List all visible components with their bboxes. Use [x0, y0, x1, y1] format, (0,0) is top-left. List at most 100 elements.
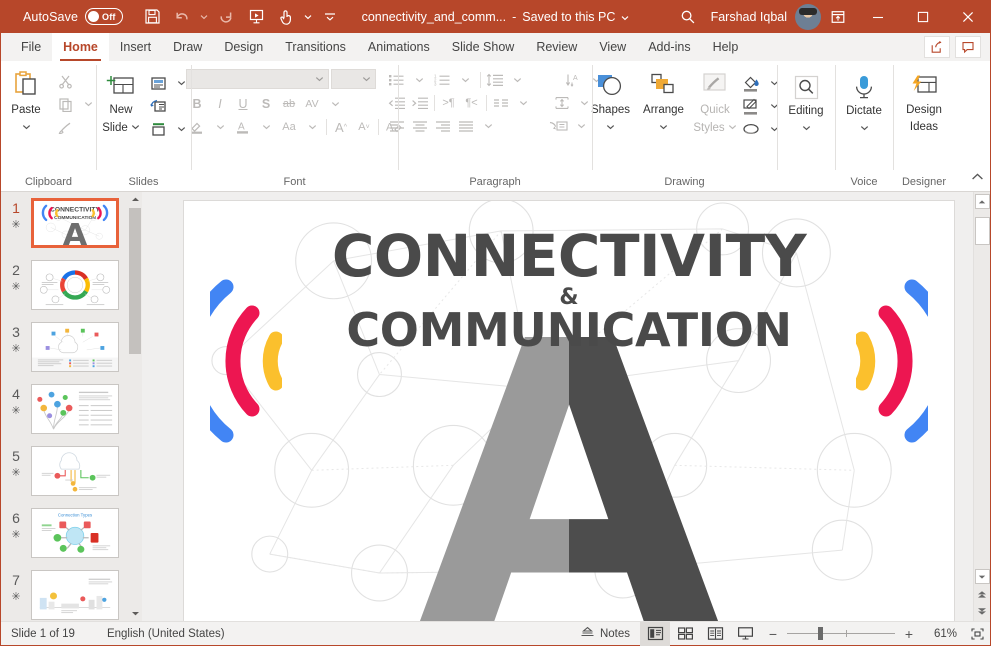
thumbnail-slide-4[interactable]: 4 ✳ [1, 384, 142, 446]
numbering-icon[interactable]: 123 [432, 69, 454, 91]
share-icon[interactable] [924, 36, 950, 58]
bullets-chevron-down-icon[interactable] [409, 69, 431, 91]
tab-transitions[interactable]: Transitions [274, 33, 357, 61]
tab-review[interactable]: Review [525, 33, 588, 61]
tab-insert[interactable]: Insert [109, 33, 162, 61]
slide-scroll-up-icon[interactable] [974, 194, 990, 209]
customize-quick-access-icon[interactable] [315, 3, 345, 31]
justify-icon[interactable] [455, 115, 477, 137]
close-icon[interactable] [945, 0, 990, 33]
dictate-chevron-down-icon[interactable] [860, 118, 869, 136]
justify-chevron-down-icon[interactable] [478, 115, 500, 137]
numbering-chevron-down-icon[interactable] [455, 69, 477, 91]
zoom-slider-handle[interactable] [818, 627, 823, 640]
save-location-chevron-down-icon[interactable] [621, 10, 629, 24]
shape-effects-icon[interactable] [740, 118, 762, 140]
thumbnail-scrollbar[interactable] [128, 192, 142, 621]
next-slide-icon[interactable] [975, 604, 990, 618]
zoom-slider[interactable] [787, 622, 895, 646]
align-center-icon[interactable] [409, 115, 431, 137]
font-color-chevron-down-icon[interactable] [255, 116, 277, 138]
shapes-chevron-down-icon[interactable] [606, 117, 615, 135]
slide-editing-area[interactable]: A A CONNECTIVITY & COMMUNICATION [142, 192, 990, 621]
line-spacing-chevron-down-icon[interactable] [507, 69, 529, 91]
tab-animations[interactable]: Animations [357, 33, 441, 61]
fit-slide-to-window-icon[interactable] [964, 627, 990, 641]
tab-view[interactable]: View [588, 33, 637, 61]
tab-help[interactable]: Help [702, 33, 750, 61]
previous-slide-icon[interactable] [975, 587, 990, 601]
tab-file[interactable]: File [10, 33, 52, 61]
thumbnail-slide-2[interactable]: 2 ✳ [1, 260, 142, 322]
font-size-select[interactable] [331, 69, 376, 89]
underline-button[interactable]: U [232, 93, 254, 115]
slide-scroll-down-icon[interactable] [974, 569, 990, 584]
arrange-button[interactable]: Arrange [637, 68, 690, 135]
quick-styles-chevron-down-icon[interactable] [728, 117, 737, 135]
undo-icon[interactable] [167, 3, 197, 31]
paste-chevron-down-icon[interactable] [22, 117, 31, 135]
columns-chevron-down-icon[interactable] [513, 92, 535, 114]
search-icon[interactable] [671, 2, 705, 32]
copy-icon[interactable] [54, 93, 76, 115]
character-spacing-button[interactable]: AV [301, 93, 323, 115]
tab-draw[interactable]: Draw [162, 33, 213, 61]
slide-sorter-button[interactable] [670, 622, 700, 646]
minimize-icon[interactable] [855, 0, 900, 33]
save-icon[interactable] [137, 3, 167, 31]
cut-icon[interactable] [54, 70, 76, 92]
touch-mode-chevron-down-icon[interactable] [301, 3, 315, 31]
ribbon-display-options-icon[interactable] [821, 2, 855, 32]
user-name[interactable]: Farshad Iqbal [711, 10, 787, 24]
shape-fill-icon[interactable] [740, 72, 762, 94]
section-icon[interactable] [147, 118, 169, 140]
touch-mode-icon[interactable] [271, 3, 301, 31]
columns-icon[interactable] [490, 92, 512, 114]
language-indicator[interactable]: English (United States) [107, 628, 225, 640]
thumbnail-scroll-up-icon[interactable] [128, 192, 142, 207]
thumbnail-scroll-down-icon[interactable] [128, 606, 142, 621]
bullets-icon[interactable] [386, 69, 408, 91]
notes-button[interactable]: Notes [570, 622, 640, 646]
increase-indent-icon[interactable] [409, 92, 431, 114]
tab-add-ins[interactable]: Add-ins [637, 33, 701, 61]
layout-icon[interactable] [147, 72, 169, 94]
text-highlight-icon[interactable] [186, 116, 208, 138]
zoom-value[interactable]: 61% [923, 628, 957, 640]
change-case-button[interactable]: Aa [278, 116, 300, 138]
line-spacing-icon[interactable] [484, 69, 506, 91]
italic-button[interactable]: I [209, 93, 231, 115]
quick-styles-button[interactable]: Quick Styles [690, 68, 740, 135]
reset-icon[interactable] [147, 95, 169, 117]
thumbnail-scroll-thumb[interactable] [129, 208, 141, 354]
maximize-icon[interactable] [900, 0, 945, 33]
normal-view-button[interactable] [640, 621, 670, 646]
dictate-button[interactable]: Dictate [836, 70, 892, 136]
zoom-out-button[interactable]: − [766, 626, 780, 642]
zoom-in-button[interactable]: + [902, 626, 916, 642]
align-left-icon[interactable] [386, 115, 408, 137]
decrease-font-size-button[interactable]: A ˅ [353, 116, 375, 138]
thumbnail-slide-7[interactable]: 7 ✳ [1, 570, 142, 621]
align-text-icon[interactable] [551, 92, 573, 114]
right-to-left-icon[interactable]: ¶< [461, 92, 483, 114]
increase-font-size-button[interactable]: A ^ [330, 116, 352, 138]
comments-icon[interactable] [955, 36, 981, 58]
thumbnail-slide-6[interactable]: 6 ✳ Connection Types [1, 508, 142, 570]
arrange-chevron-down-icon[interactable] [659, 117, 668, 135]
collapse-ribbon-icon[interactable] [971, 169, 984, 187]
thumbnail-slide-1[interactable]: 1 ✳ CONNECTIVITY COMMUNICATION A [1, 198, 142, 260]
slide-counter[interactable]: Slide 1 of 19 [11, 628, 75, 640]
slide-vertical-scrollbar[interactable] [973, 192, 990, 621]
undo-chevron-down-icon[interactable] [197, 3, 211, 31]
convert-to-smartart-icon[interactable] [548, 115, 570, 137]
align-right-icon[interactable] [432, 115, 454, 137]
thumbnail-slide-3[interactable]: 3 ✳ [1, 322, 142, 384]
current-slide[interactable]: A A CONNECTIVITY & COMMUNICATION [183, 200, 955, 621]
change-case-chevron-down-icon[interactable] [301, 116, 323, 138]
thumbnail-slide-5[interactable]: 5 ✳ [1, 446, 142, 508]
avatar[interactable] [795, 3, 821, 30]
character-spacing-chevron-down-icon[interactable] [324, 93, 346, 115]
editing-chevron-down-icon[interactable] [802, 118, 811, 136]
editing-button[interactable]: Editing [778, 70, 834, 136]
